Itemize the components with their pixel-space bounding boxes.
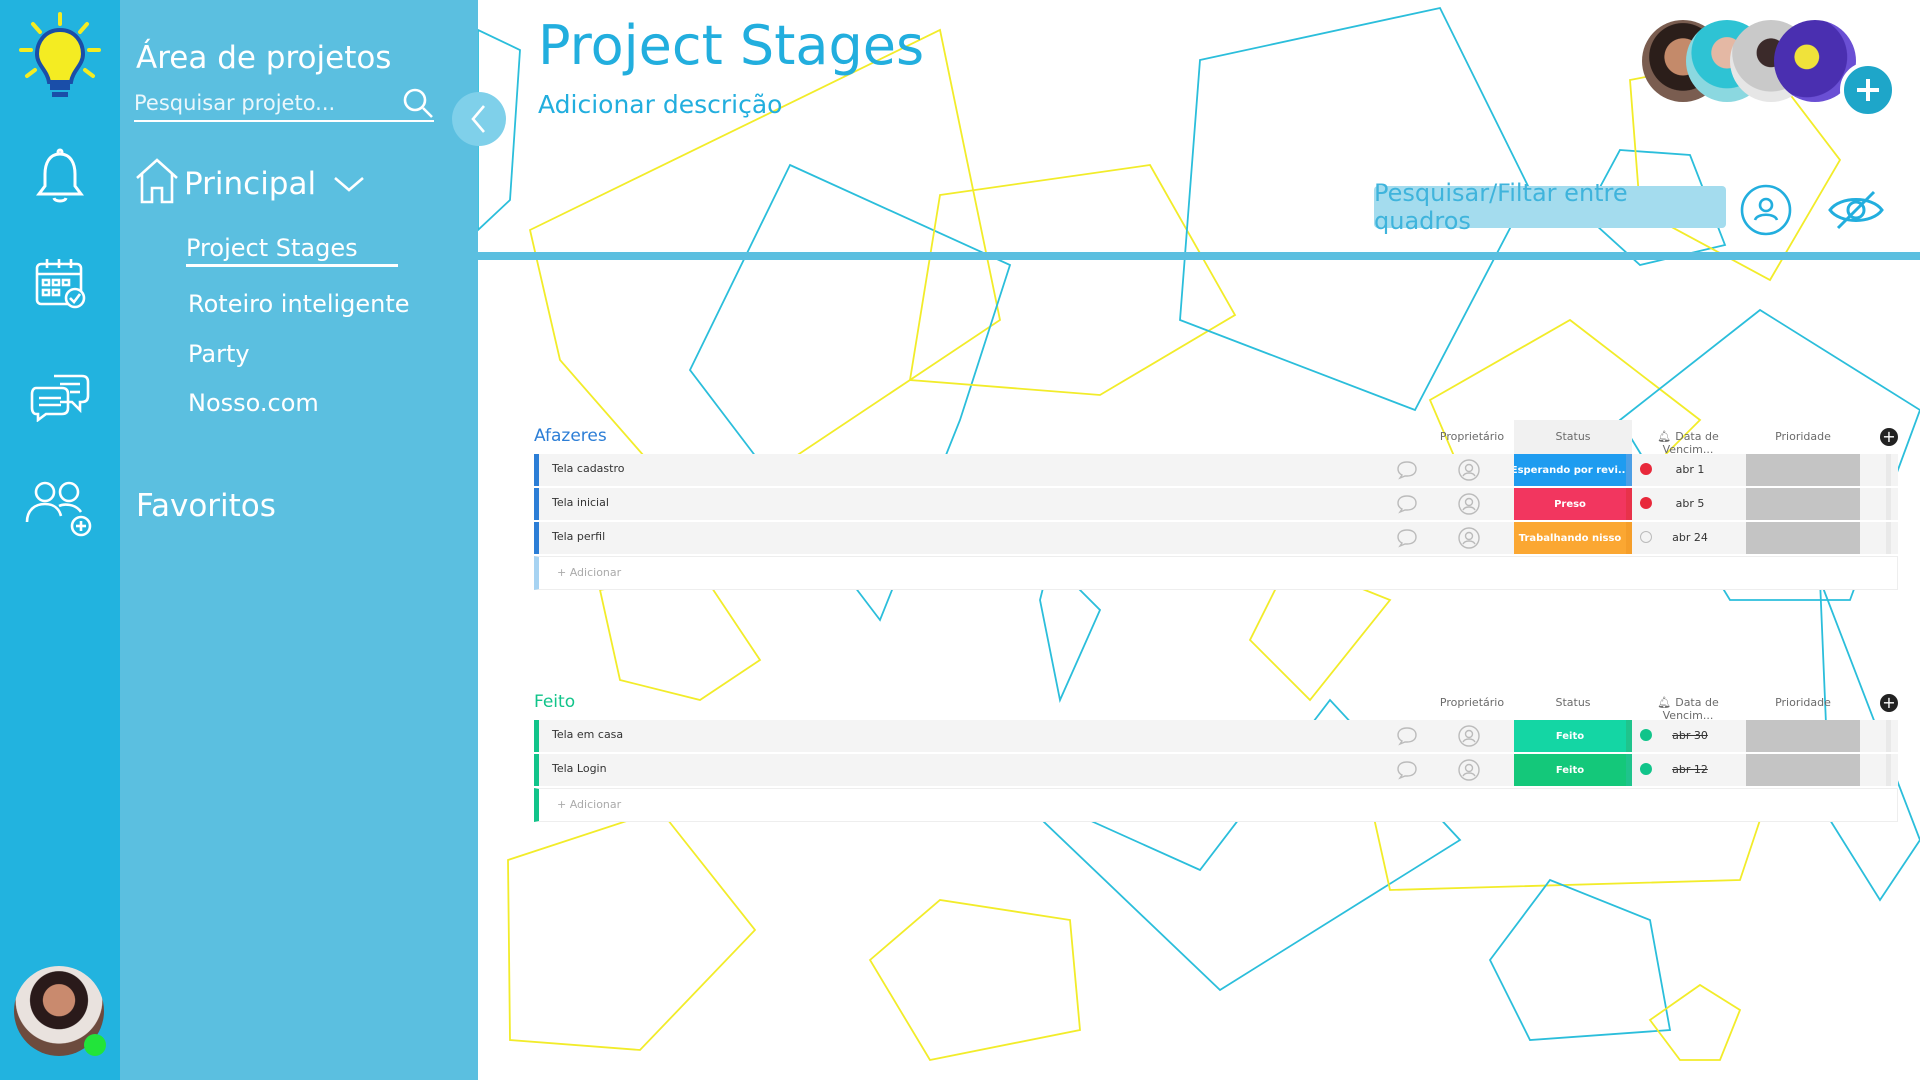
online-status-dot xyxy=(84,1034,106,1056)
add-column-button[interactable]: + xyxy=(1880,694,1898,712)
chat-icon[interactable] xyxy=(0,370,120,422)
overdue-alert-icon xyxy=(1640,497,1652,509)
done-check-icon xyxy=(1640,763,1652,775)
col-priority: Prioridade xyxy=(1775,696,1831,709)
table-row[interactable]: Tela inicial Preso abr 5 xyxy=(534,488,1898,522)
nav-item-project-stages[interactable]: Project Stages xyxy=(186,234,398,267)
bell-icon[interactable] xyxy=(0,148,120,204)
section-principal[interactable]: Principal xyxy=(134,156,366,212)
col-status: Status xyxy=(1555,696,1591,709)
lightbulb-logo-icon[interactable] xyxy=(0,10,120,110)
status-cell[interactable]: Feito xyxy=(1514,754,1626,786)
comment-icon[interactable] xyxy=(1396,494,1418,514)
status-cell[interactable]: Preso xyxy=(1514,488,1626,520)
col-status: Status xyxy=(1514,420,1632,454)
priority-cell[interactable] xyxy=(1746,720,1860,752)
add-item-label[interactable]: + Adicionar xyxy=(557,566,621,579)
item-name[interactable]: Tela Login xyxy=(552,762,607,775)
chevron-left-icon xyxy=(471,105,485,133)
group-afazeres: Afazeres Proprietário Status 🔔︎ Data de V… xyxy=(534,420,1898,590)
col-priority: Prioridade xyxy=(1775,430,1831,443)
add-item-row[interactable]: + Adicionar xyxy=(534,556,1898,590)
col-owner: Proprietário xyxy=(1439,696,1505,709)
group-title[interactable]: Afazeres xyxy=(534,426,607,446)
section-label: Principal xyxy=(184,166,317,202)
main-area: Project Stages Adicionar descrição Pesqu… xyxy=(478,0,1920,1080)
add-item-label[interactable]: + Adicionar xyxy=(557,798,621,811)
board-description[interactable]: Adicionar descrição xyxy=(538,90,782,119)
comment-icon[interactable] xyxy=(1396,760,1418,780)
done-check-icon xyxy=(1640,729,1652,741)
table-row[interactable]: Tela perfil Trabalhando nisso abr 24 xyxy=(534,522,1898,556)
due-date[interactable]: abr 30 xyxy=(1660,729,1720,742)
group-feito: Feito Proprietário Status 🔔︎ Data de Venc… xyxy=(534,686,1898,822)
overdue-alert-icon xyxy=(1640,463,1652,475)
status-cell[interactable]: Esperando por revi... xyxy=(1514,454,1626,486)
add-member-button[interactable] xyxy=(1840,62,1896,118)
search-icon[interactable] xyxy=(402,86,434,120)
alert-empty-icon xyxy=(1640,531,1652,543)
comment-icon[interactable] xyxy=(1396,528,1418,548)
comment-icon[interactable] xyxy=(1396,460,1418,480)
status-cell[interactable]: Feito xyxy=(1514,720,1626,752)
group-header: Afazeres Proprietário Status 🔔︎ Data de V… xyxy=(534,420,1898,456)
add-item-row[interactable]: + Adicionar xyxy=(534,788,1898,822)
table-row[interactable]: Tela Login Feito abr 12 xyxy=(534,754,1898,788)
user-avatar[interactable] xyxy=(14,966,106,1056)
priority-cell[interactable] xyxy=(1746,488,1860,520)
priority-cell[interactable] xyxy=(1746,754,1860,786)
icon-rail xyxy=(0,0,120,1080)
nav-item-nosso-com[interactable]: Nosso.com xyxy=(188,389,319,417)
item-name[interactable]: Tela perfil xyxy=(552,530,605,543)
due-date[interactable]: abr 1 xyxy=(1660,463,1720,476)
add-column-button[interactable]: + xyxy=(1880,428,1898,446)
due-date[interactable]: abr 12 xyxy=(1660,763,1720,776)
nav-item-roteiro-inteligente[interactable]: Roteiro inteligente xyxy=(188,290,410,318)
add-user-icon[interactable] xyxy=(0,478,120,538)
header-divider xyxy=(478,252,1920,260)
home-icon xyxy=(134,156,180,212)
table-row[interactable]: Tela em casa Feito abr 30 xyxy=(534,720,1898,754)
due-date[interactable]: abr 24 xyxy=(1660,531,1720,544)
col-due-date: 🔔︎ Data de Vencim... xyxy=(1657,430,1719,456)
col-due-date: 🔔︎ Data de Vencim... xyxy=(1657,696,1719,722)
panel-title: Área de projetos xyxy=(136,40,392,76)
col-owner: Proprietário xyxy=(1439,430,1505,443)
owner-placeholder-icon[interactable] xyxy=(1458,527,1480,549)
nav-item-party[interactable]: Party xyxy=(188,340,250,368)
board-filter-button[interactable]: Pesquisar/Filtar entre quadros xyxy=(1374,179,1726,235)
calendar-icon[interactable] xyxy=(0,256,120,310)
project-search-input[interactable] xyxy=(134,91,402,115)
plus-icon xyxy=(1857,79,1879,101)
owner-placeholder-icon[interactable] xyxy=(1458,759,1480,781)
chevron-down-icon[interactable] xyxy=(332,166,366,202)
priority-cell[interactable] xyxy=(1746,454,1860,486)
item-name[interactable]: Tela cadastro xyxy=(552,462,624,475)
owner-placeholder-icon[interactable] xyxy=(1458,459,1480,481)
board-members[interactable] xyxy=(1642,20,1862,104)
project-search xyxy=(134,86,434,122)
person-filter-icon[interactable] xyxy=(1740,184,1792,240)
project-panel: Área de projetos Principal Project Stage… xyxy=(120,0,478,1080)
favorites-section[interactable]: Favoritos xyxy=(136,488,276,524)
group-title[interactable]: Feito xyxy=(534,692,575,712)
item-name[interactable]: Tela inicial xyxy=(552,496,609,509)
page-title[interactable]: Project Stages xyxy=(538,14,924,77)
comment-icon[interactable] xyxy=(1396,726,1418,746)
owner-placeholder-icon[interactable] xyxy=(1458,493,1480,515)
bell-small-icon: 🔔︎ xyxy=(1657,696,1672,709)
priority-cell[interactable] xyxy=(1746,522,1860,554)
table-row[interactable]: Tela cadastro Esperando por revi... abr … xyxy=(534,454,1898,488)
bell-small-icon: 🔔︎ xyxy=(1657,430,1672,443)
item-name[interactable]: Tela em casa xyxy=(552,728,623,741)
group-header: Feito Proprietário Status 🔔︎ Data de Venc… xyxy=(534,686,1898,722)
owner-placeholder-icon[interactable] xyxy=(1458,725,1480,747)
collapse-sidebar-button[interactable] xyxy=(452,92,506,146)
due-date[interactable]: abr 5 xyxy=(1660,497,1720,510)
status-cell[interactable]: Trabalhando nisso xyxy=(1514,522,1626,554)
hide-eye-icon[interactable] xyxy=(1826,188,1886,236)
